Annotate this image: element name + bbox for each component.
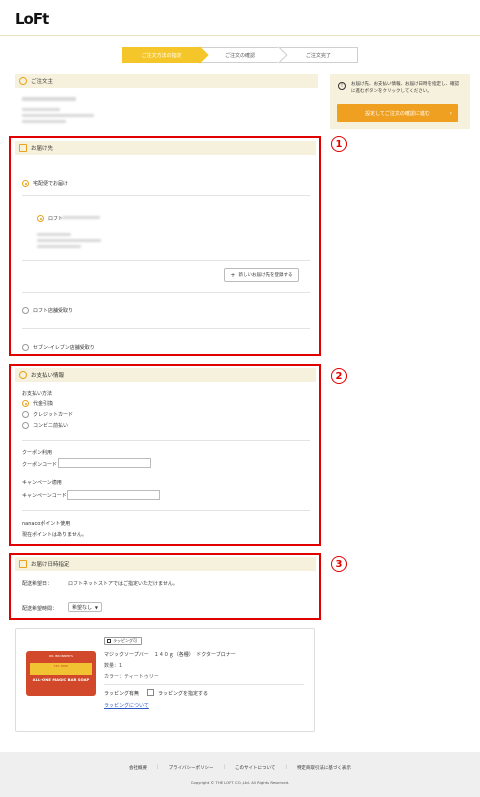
divider [22, 440, 310, 441]
checkout-steps: ご注文方法の指定 ご注文の確認 ご注文完了 [122, 46, 358, 64]
loft-logo[interactable]: LoFt [15, 10, 49, 28]
yen-icon [19, 371, 27, 379]
cod-label: 代金引換 [33, 401, 54, 407]
footer-link-about[interactable]: このサイトについて [235, 765, 275, 771]
badge-1: 1 [331, 136, 347, 152]
radio-seven-pickup[interactable] [22, 344, 29, 351]
orderer-header: ご注文主 [15, 74, 318, 88]
step-order-method: ご注文方法の指定 [122, 46, 209, 64]
radio-store-pickup[interactable] [22, 307, 29, 314]
house-icon [19, 144, 27, 152]
radio-convenience[interactable] [22, 422, 29, 429]
radio-address[interactable] [37, 215, 44, 222]
nanaco-heading: nanacoポイント使用 [22, 521, 71, 527]
nanaco-text: 現在ポイントはありません。 [22, 532, 87, 538]
divider [22, 292, 310, 293]
calendar-icon [19, 560, 27, 568]
date-note: ロフトネットストアではご指定いただけません。 [68, 581, 178, 587]
plus-icon: + [230, 271, 236, 279]
confirm-order-button[interactable]: 設定してご注文の確認に進む › [337, 104, 458, 122]
site-header: LoFt [0, 0, 480, 36]
time-select[interactable]: 希望なし ▼ [68, 602, 102, 612]
orderer-name-redacted [22, 97, 76, 101]
delivery-header: お届け先 [15, 141, 316, 155]
divider [22, 260, 310, 261]
step-order-complete: ご注文完了 [278, 47, 358, 63]
address-line-redacted [37, 239, 101, 242]
time-label: 配送希望時間： [22, 606, 58, 612]
footer-links: 会社概要 | プライバシーポリシー | このサイトについて | 特定商取引法に基… [129, 765, 351, 771]
payment-method-label: お支払い方法 [22, 391, 53, 397]
campaign-input[interactable] [67, 490, 160, 500]
radio-credit-card[interactable] [22, 411, 29, 418]
orderer-phone-redacted [22, 120, 66, 123]
home-delivery-label: 宅配便でお届け [33, 181, 69, 187]
credit-card-label: クレジットカード [33, 412, 74, 418]
wrap-label: ラッピング有無 [104, 691, 140, 697]
step-order-confirm: ご注文の確認 [200, 46, 288, 64]
product-qty: 数量：1 [104, 663, 123, 669]
date-label: 配送希望日： [22, 581, 53, 587]
convenience-label: コンビニ前払い [33, 423, 69, 429]
address-name: ロフト [48, 216, 64, 222]
coupon-heading: クーポン利用 [22, 450, 53, 456]
footer-link-company[interactable]: 会社概要 [129, 765, 147, 771]
address-zip-redacted [37, 233, 71, 236]
campaign-label: キャンペーンコード： [22, 493, 72, 499]
wrap-check-label: ラッピングを指定する [158, 691, 209, 697]
wrap-tag: ラッピング可 [104, 637, 142, 645]
divider [22, 510, 310, 511]
coupon-input[interactable] [58, 458, 151, 468]
coupon-label: クーポンコード： [22, 462, 63, 468]
footer-link-legal[interactable]: 特定商取引法に基づく表示 [297, 765, 351, 771]
person-icon [19, 77, 27, 85]
chevron-right-icon: › [449, 109, 452, 117]
seven-pickup-label: セブン-イレブン店舗受取り [33, 345, 95, 351]
info-icon: ! [338, 82, 346, 90]
divider [104, 684, 304, 685]
sidebar-notice: お届け先、お支払い情報、お届け日時を指定し、確認に進むボタンをクリックしてくださ… [351, 82, 459, 94]
radio-cod[interactable] [22, 400, 29, 407]
badge-3: 3 [331, 556, 347, 572]
badge-2: 2 [331, 368, 347, 384]
address-name-redacted [62, 216, 100, 219]
chevron-down-icon: ▼ [94, 604, 98, 610]
footer [0, 752, 480, 797]
wrap-checkbox[interactable] [147, 689, 154, 696]
schedule-header: お届け日時指定 [15, 557, 316, 571]
product-color: カラー：ティートゥリー [104, 674, 159, 680]
store-pickup-label: ロフト店舗受取り [33, 308, 74, 314]
divider [22, 328, 310, 329]
orderer-address-redacted [22, 114, 94, 117]
wrap-info-link[interactable]: ラッピングについて [104, 702, 149, 709]
address-phone-redacted [37, 245, 81, 248]
footer-link-privacy[interactable]: プライバシーポリシー [169, 765, 214, 771]
product-image[interactable]: DR. BRONNER'S TEA TREE ALL-ONE MAGIC BAR… [26, 651, 96, 696]
gift-icon [107, 639, 111, 643]
radio-home-delivery[interactable] [22, 180, 29, 187]
new-address-button[interactable]: + 新しいお届け先を登録する [224, 268, 299, 282]
campaign-heading: キャンペーン適用 [22, 480, 62, 486]
copyright: Copyright © THE LOFT CO.,Ltd. All Rights… [190, 780, 290, 785]
orderer-zip-redacted [22, 108, 60, 111]
product-name[interactable]: マジックソープバー １４０ｇ（各種） ドクターブロナー [104, 651, 236, 658]
highlight-box-payment [9, 364, 321, 546]
payment-header: お支払い情報 [15, 368, 316, 382]
divider [22, 195, 310, 196]
